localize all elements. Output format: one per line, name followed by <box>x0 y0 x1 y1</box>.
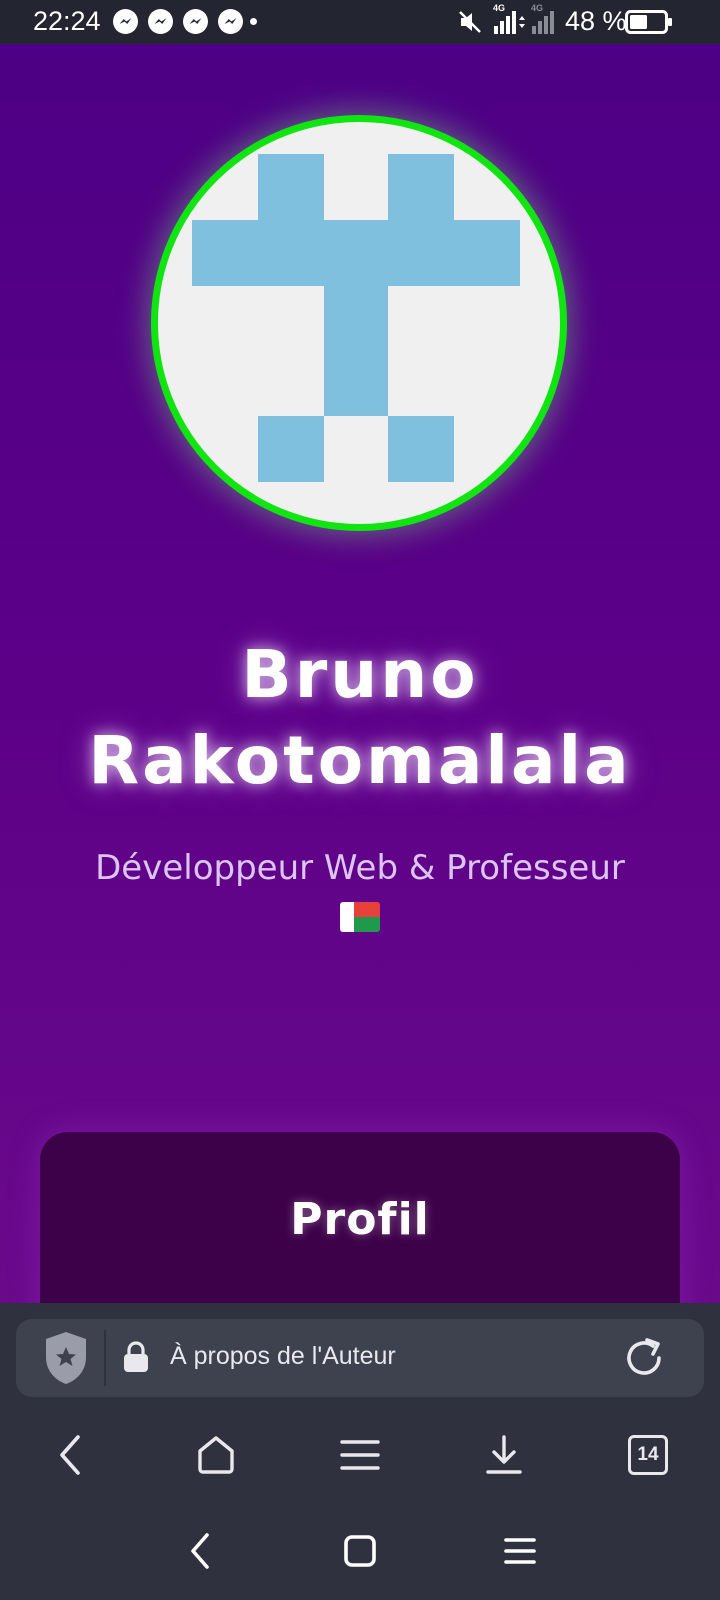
author-name: Bruno Rakotomalala <box>0 632 720 804</box>
author-role-text: Développeur Web & Professeur <box>95 848 625 888</box>
notification-icons <box>113 9 257 34</box>
network-type-label: 4G <box>531 3 544 13</box>
home-icon[interactable] <box>192 1431 240 1479</box>
signal-icon: 4G <box>492 3 526 41</box>
messenger-icon <box>113 9 138 34</box>
url-text[interactable]: À propos de l'Auteur <box>170 1342 396 1371</box>
tab-count: 14 <box>628 1435 668 1475</box>
address-bar-divider <box>104 1330 106 1386</box>
tabs-icon[interactable]: 14 <box>624 1431 672 1479</box>
messenger-icon <box>183 9 208 34</box>
messenger-icon <box>148 9 173 34</box>
tracking-protection-shield-icon[interactable] <box>40 1329 92 1387</box>
mute-icon <box>457 9 483 40</box>
profile-title: Profil <box>290 1194 430 1245</box>
browser-navigation-bar: 14 <box>0 1415 720 1495</box>
network-type-label: 4G <box>493 3 506 13</box>
battery-percent: 48 % <box>565 6 627 36</box>
author-role: Développeur Web & Professeur <box>0 846 720 934</box>
download-icon[interactable] <box>480 1431 528 1479</box>
system-recents-icon[interactable] <box>496 1527 544 1575</box>
author-avatar <box>151 115 567 531</box>
madagascar-flag-icon <box>340 901 380 932</box>
reload-icon[interactable] <box>621 1335 667 1385</box>
browser-toolbar: À propos de l'Auteur 14 <box>0 1303 720 1600</box>
system-navigation-bar <box>0 1503 720 1600</box>
messenger-icon <box>218 9 243 34</box>
more-notifications-dot <box>250 18 257 25</box>
lock-icon <box>122 1341 150 1377</box>
author-first-name: Bruno <box>241 636 479 713</box>
battery-icon <box>625 10 673 39</box>
menu-icon[interactable] <box>336 1431 384 1479</box>
back-icon[interactable] <box>47 1431 95 1479</box>
system-back-icon[interactable] <box>176 1527 224 1575</box>
web-page: Bruno Rakotomalala Développeur Web & Pro… <box>0 44 720 1304</box>
system-home-icon[interactable] <box>336 1527 384 1575</box>
identicon-icon <box>192 154 520 482</box>
author-last-name: Rakotomalala <box>88 722 632 799</box>
address-bar[interactable]: À propos de l'Auteur <box>16 1319 704 1397</box>
status-time: 22:24 <box>33 6 101 36</box>
signal-icon: 4G <box>530 3 560 41</box>
status-bar: 22:24 4G 4G 48 % <box>0 0 720 44</box>
